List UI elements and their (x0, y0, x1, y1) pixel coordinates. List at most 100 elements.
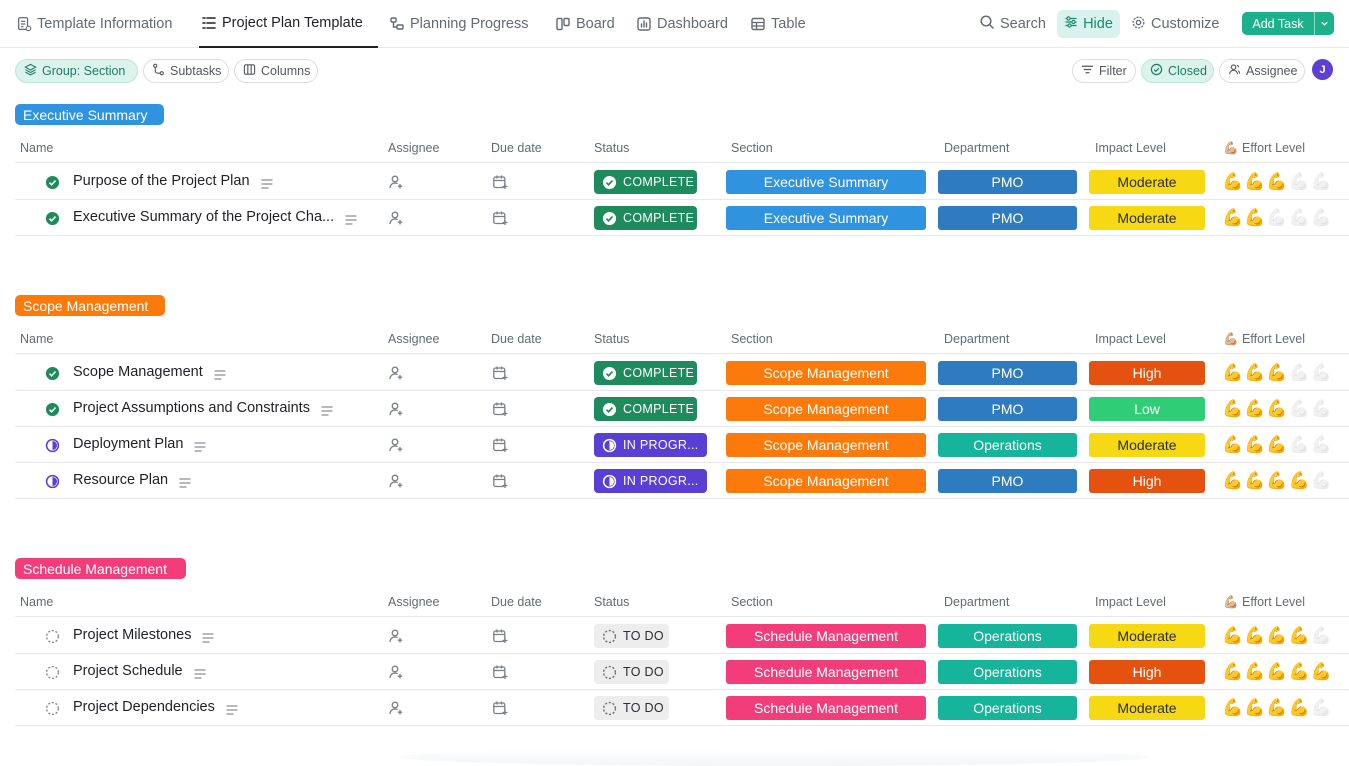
column-header-assignee[interactable]: Assignee (388, 595, 439, 609)
add-assignee-icon[interactable] (388, 473, 404, 489)
table-row[interactable]: Scope Management COMPLETE Scope Management… (15, 355, 1349, 391)
section-tag[interactable]: Scope Management (726, 397, 926, 421)
flexed-bicep-icon[interactable]: 💪 (1266, 698, 1288, 717)
effort-rating[interactable]: 💪💪💪💪💪 (1222, 662, 1333, 682)
effort-rating[interactable]: 💪💪💪💪💪 (1222, 435, 1333, 455)
column-header-impact[interactable]: Impact Level (1095, 141, 1166, 155)
flexed-bicep-icon[interactable]: 💪 (1289, 698, 1311, 717)
effort-rating[interactable]: 💪💪💪💪💪 (1222, 698, 1333, 718)
add-assignee-icon[interactable] (388, 700, 404, 716)
task-name[interactable]: Deployment Plan (73, 436, 183, 452)
department-tag[interactable]: Operations (938, 624, 1077, 648)
column-header-due[interactable]: Due date (491, 595, 542, 609)
task-name[interactable]: Resource Plan (73, 472, 168, 488)
status-badge[interactable]: TO DO (594, 696, 669, 720)
effort-rating[interactable]: 💪💪💪💪💪 (1222, 172, 1333, 192)
description-icon[interactable] (179, 475, 191, 488)
description-icon[interactable] (345, 212, 357, 225)
status-in-progress-icon[interactable] (45, 438, 60, 453)
status-todo-icon[interactable] (45, 629, 60, 644)
add-assignee-icon[interactable] (388, 628, 404, 644)
column-header-department[interactable]: Department (944, 332, 1009, 346)
table-row[interactable]: Project Dependencies TO DO Schedule Manage… (15, 690, 1349, 726)
flexed-bicep-icon[interactable]: 💪 (1266, 435, 1288, 454)
group-label[interactable]: Schedule Management (15, 558, 186, 579)
add-due-date-icon[interactable] (492, 365, 508, 381)
department-tag[interactable]: PMO (938, 397, 1077, 421)
flexed-bicep-icon[interactable]: 💪 (1244, 208, 1266, 227)
flexed-bicep-icon[interactable]: 💪 (1266, 172, 1288, 191)
flexed-bicep-icon[interactable]: 💪 (1266, 471, 1288, 490)
column-header-section[interactable]: Section (731, 141, 773, 155)
flexed-bicep-icon[interactable]: 💪 (1289, 208, 1311, 227)
flexed-bicep-icon[interactable]: 💪 (1244, 662, 1266, 681)
effort-rating[interactable]: 💪💪💪💪💪 (1222, 363, 1333, 383)
column-header-impact[interactable]: Impact Level (1095, 595, 1166, 609)
department-tag[interactable]: PMO (938, 361, 1077, 385)
impact-level-tag[interactable]: High (1089, 361, 1205, 385)
status-badge[interactable]: TO DO (594, 624, 669, 648)
flexed-bicep-icon[interactable]: 💪 (1266, 662, 1288, 681)
flexed-bicep-icon[interactable]: 💪 (1244, 471, 1266, 490)
flexed-bicep-icon[interactable]: 💪 (1266, 363, 1288, 382)
section-tag[interactable]: Schedule Management (726, 624, 926, 648)
status-todo-icon[interactable] (45, 665, 60, 680)
group-by-button[interactable]: Group: Section (15, 59, 138, 83)
column-header-status[interactable]: Status (594, 141, 629, 155)
status-badge[interactable]: COMPLETE (594, 397, 697, 421)
effort-rating[interactable]: 💪💪💪💪💪 (1222, 399, 1333, 419)
column-header-due[interactable]: Due date (491, 141, 542, 155)
filter-button[interactable]: Filter (1072, 59, 1136, 83)
impact-level-tag[interactable]: High (1089, 469, 1205, 493)
add-due-date-icon[interactable] (492, 473, 508, 489)
flexed-bicep-icon[interactable]: 💪 (1266, 208, 1288, 227)
column-header-name[interactable]: Name (20, 595, 53, 609)
flexed-bicep-icon[interactable]: 💪 (1289, 471, 1311, 490)
effort-rating[interactable]: 💪💪💪💪💪 (1222, 208, 1333, 228)
table-row[interactable]: Project Milestones TO DO Schedule Manageme… (15, 618, 1349, 654)
tab-planning-progress[interactable]: Planning Progress (389, 0, 529, 48)
add-due-date-icon[interactable] (492, 664, 508, 680)
flexed-bicep-icon[interactable]: 💪 (1222, 172, 1244, 191)
description-icon[interactable] (261, 176, 273, 189)
flexed-bicep-icon[interactable]: 💪 (1311, 698, 1333, 717)
flexed-bicep-icon[interactable]: 💪 (1289, 626, 1311, 645)
column-header-assignee[interactable]: Assignee (388, 332, 439, 346)
flexed-bicep-icon[interactable]: 💪 (1244, 435, 1266, 454)
section-tag[interactable]: Scope Management (726, 361, 926, 385)
flexed-bicep-icon[interactable]: 💪 (1311, 435, 1333, 454)
tab-template-information[interactable]: Template Information (16, 0, 172, 48)
status-badge[interactable]: COMPLETE (594, 170, 697, 194)
add-task-button[interactable]: Add Task (1242, 12, 1334, 35)
table-row[interactable]: Project Schedule TO DO Schedule Management… (15, 654, 1349, 690)
description-icon[interactable] (321, 403, 333, 416)
add-assignee-icon[interactable] (388, 401, 404, 417)
status-badge[interactable]: COMPLETE (594, 206, 697, 230)
impact-level-tag[interactable]: High (1089, 660, 1205, 684)
flexed-bicep-icon[interactable]: 💪 (1289, 399, 1311, 418)
column-header-status[interactable]: Status (594, 332, 629, 346)
flexed-bicep-icon[interactable]: 💪 (1222, 363, 1244, 382)
subtasks-button[interactable]: Subtasks (143, 59, 229, 83)
status-complete-icon[interactable] (45, 402, 60, 417)
flexed-bicep-icon[interactable]: 💪 (1222, 626, 1244, 645)
column-header-name[interactable]: Name (20, 141, 53, 155)
columns-button[interactable]: Columns (234, 59, 318, 83)
department-tag[interactable]: PMO (938, 469, 1077, 493)
flexed-bicep-icon[interactable]: 💪 (1244, 399, 1266, 418)
status-complete-icon[interactable] (45, 175, 60, 190)
flexed-bicep-icon[interactable]: 💪 (1222, 399, 1244, 418)
table-row[interactable]: Executive Summary of the Project Cha... C… (15, 200, 1349, 236)
closed-filter-button[interactable]: Closed (1141, 59, 1214, 83)
section-tag[interactable]: Schedule Management (726, 696, 926, 720)
hide-button[interactable]: Hide (1057, 10, 1120, 38)
status-badge[interactable]: COMPLETE (594, 361, 697, 385)
impact-level-tag[interactable]: Moderate (1089, 206, 1205, 230)
section-tag[interactable]: Executive Summary (726, 170, 926, 194)
description-icon[interactable] (202, 630, 214, 643)
impact-level-tag[interactable]: Moderate (1089, 696, 1205, 720)
tab-table[interactable]: Table (750, 0, 806, 48)
department-tag[interactable]: PMO (938, 206, 1077, 230)
column-header-section[interactable]: Section (731, 332, 773, 346)
description-icon[interactable] (226, 702, 238, 715)
